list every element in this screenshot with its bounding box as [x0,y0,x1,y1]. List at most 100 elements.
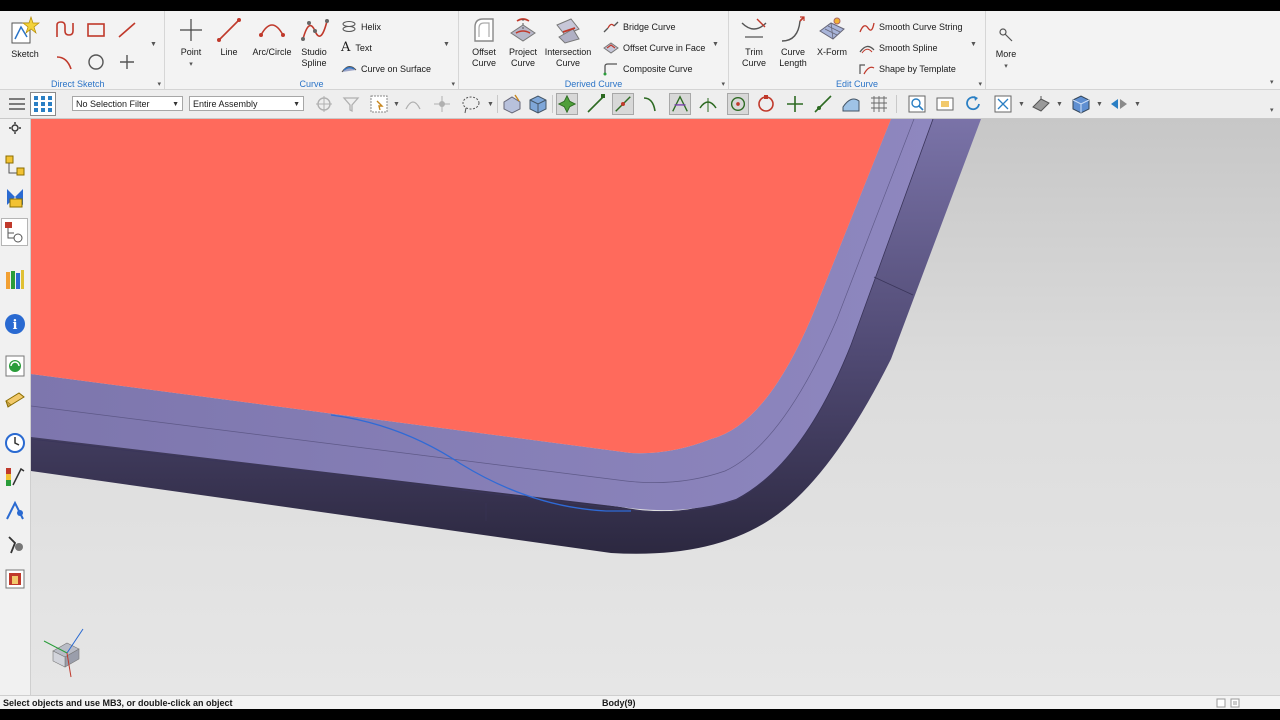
lasso-select-icon[interactable] [460,93,482,115]
system-materials-icon[interactable] [3,465,27,489]
process-studio-icon[interactable] [3,499,27,523]
manufacturing-wizards-icon[interactable] [3,533,27,557]
rotate-icon[interactable] [962,93,984,115]
general-selection-icon[interactable] [313,93,335,115]
roles-icon[interactable] [3,567,27,591]
existing-point-snap-icon[interactable] [784,93,806,115]
text-icon: A [341,40,351,55]
snap-enable-button[interactable] [556,93,578,115]
fit-dropdown-icon[interactable]: ▼ [1018,101,1025,108]
circle-icon[interactable] [84,51,108,73]
arc-center-snap-icon[interactable] [697,93,719,115]
direct-sketch-expand-icon[interactable]: ▾ [157,80,161,88]
line-button[interactable]: Line [211,15,247,58]
group-curve: Point ▾ Line Arc/Circle Studio Spline Hel… [165,11,459,89]
part-navigator-button[interactable] [1,218,28,246]
mid-point-snap-button[interactable] [612,93,634,115]
history-palette-icon[interactable] [3,387,27,411]
edit-curve-more-icon[interactable]: ▼ [970,41,977,48]
sketch-button[interactable]: Sketch [4,15,46,60]
project-curve-button[interactable]: Project Curve [504,15,542,69]
rendering-style-icon[interactable] [1030,93,1052,115]
composite-curve-icon [603,62,617,75]
point-on-surface-snap-icon[interactable] [812,93,834,115]
deselect-icon[interactable] [402,93,424,115]
trim-curve-button[interactable]: Trim Curve [735,15,773,69]
select-face-icon[interactable] [501,93,523,115]
resource-bar-settings-icon[interactable] [3,119,27,137]
curve-on-surface-button[interactable]: Curve on Surface [341,59,431,78]
rectangle-icon[interactable] [84,19,108,41]
offset-curve-in-face-button[interactable]: Offset Curve in Face [603,38,705,57]
sketch-line-icon[interactable] [115,19,139,41]
menu-icon[interactable] [6,93,28,115]
smooth-spline-button[interactable]: Smooth Spline [859,38,938,57]
point-button[interactable]: Point ▾ [171,15,211,70]
orient-view-icon[interactable] [1070,93,1092,115]
x-form-button[interactable]: X-Form [813,15,851,58]
intersection-snap-icon [672,95,688,112]
select-all-icon[interactable] [368,93,390,115]
work-layer-icon[interactable] [1108,93,1130,115]
fit-icon[interactable] [992,93,1014,115]
status-cue-icon[interactable] [1216,698,1226,708]
edit-curve-expand-icon[interactable]: ▾ [978,80,982,88]
selection-scope-dropdown[interactable]: Entire Assembly ▼ [189,96,304,111]
sketch-point-icon[interactable] [115,51,139,73]
smooth-curve-string-button[interactable]: Smooth Curve String [859,17,963,36]
more-dropdown-icon: ▾ [1004,63,1008,70]
grid-point-snap-icon[interactable] [868,93,890,115]
work-layer-dropdown-icon[interactable]: ▼ [1134,101,1141,108]
bounded-grid-snap-icon[interactable] [840,93,862,115]
profile-icon[interactable] [53,19,77,41]
selection-filter-dropdown[interactable]: No Selection Filter ▼ [72,96,183,111]
assembly-navigator-icon[interactable] [3,153,27,177]
curve-expand-icon[interactable]: ▾ [451,80,455,88]
snap-point-icon[interactable] [431,93,453,115]
derived-curve-expand-icon[interactable]: ▾ [721,80,725,88]
zoom-icon[interactable] [906,93,928,115]
select-dropdown-icon[interactable]: ▼ [393,101,400,108]
web-browser-icon[interactable] [3,354,27,378]
more-label: More [995,49,1017,59]
control-point-snap-icon[interactable] [641,93,663,115]
model-view[interactable] [31,119,1280,695]
shape-by-template-button[interactable]: Shape by Template [859,59,956,78]
curve-length-button[interactable]: Curve Length [774,15,812,69]
intersection-snap-button[interactable] [669,93,691,115]
point-on-curve-snap-icon[interactable] [755,93,777,115]
ribbon-options-icon[interactable]: ▾ [1270,78,1274,86]
composite-curve-button[interactable]: Composite Curve [603,59,693,78]
helix-button[interactable]: Helix [341,17,381,36]
toolbar-options-icon[interactable]: ▾ [1270,106,1274,114]
bridge-curve-button[interactable]: Bridge Curve [603,17,676,36]
pan-icon[interactable] [934,93,956,115]
constraint-navigator-icon[interactable] [3,185,27,209]
offset-curve-button[interactable]: Offset Curve [465,15,503,69]
quadrant-snap-button[interactable] [727,93,749,115]
reuse-library-icon[interactable] [3,268,27,292]
status-list-icon[interactable] [1230,698,1240,708]
sketch-arc-icon[interactable] [53,51,77,73]
rendering-style-dropdown-icon[interactable]: ▼ [1056,101,1063,108]
intersection-curve-button[interactable]: Intersection Curve [543,15,593,69]
mid-point-snap-icon [615,96,631,112]
lasso-dropdown-icon[interactable]: ▼ [487,101,494,108]
point-dropdown-icon[interactable]: ▾ [189,61,193,68]
sketch-icon [11,15,40,44]
derived-curve-more-icon[interactable]: ▼ [712,41,719,48]
graphics-window[interactable] [31,119,1280,695]
select-body-icon[interactable] [527,93,549,115]
end-point-snap-icon[interactable] [585,93,607,115]
direct-sketch-more-icon[interactable]: ▼ [150,41,157,48]
history-icon[interactable] [3,431,27,455]
more-button[interactable]: More ▾ [990,23,1022,72]
studio-spline-button[interactable]: Studio Spline [295,15,333,69]
hd3d-tools-icon[interactable]: i [3,312,27,336]
orient-view-dropdown-icon[interactable]: ▼ [1096,101,1103,108]
type-filter-icon[interactable] [340,93,362,115]
arc-circle-button[interactable]: Arc/Circle [249,15,295,58]
command-finder-button[interactable] [30,92,56,116]
text-button[interactable]: A Text [341,38,372,57]
curve-more-icon[interactable]: ▼ [443,41,450,48]
